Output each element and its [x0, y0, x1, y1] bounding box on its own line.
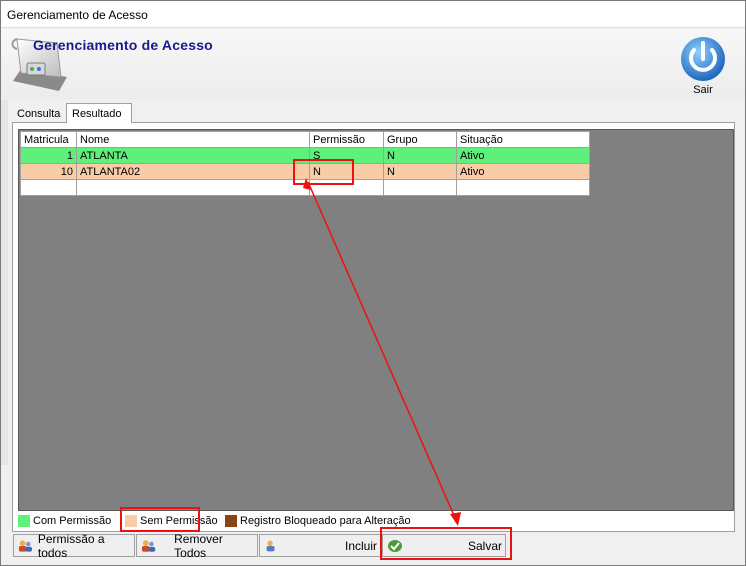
tab-resultado[interactable]: Resultado — [66, 103, 132, 123]
annotation-arrow — [303, 178, 461, 526]
